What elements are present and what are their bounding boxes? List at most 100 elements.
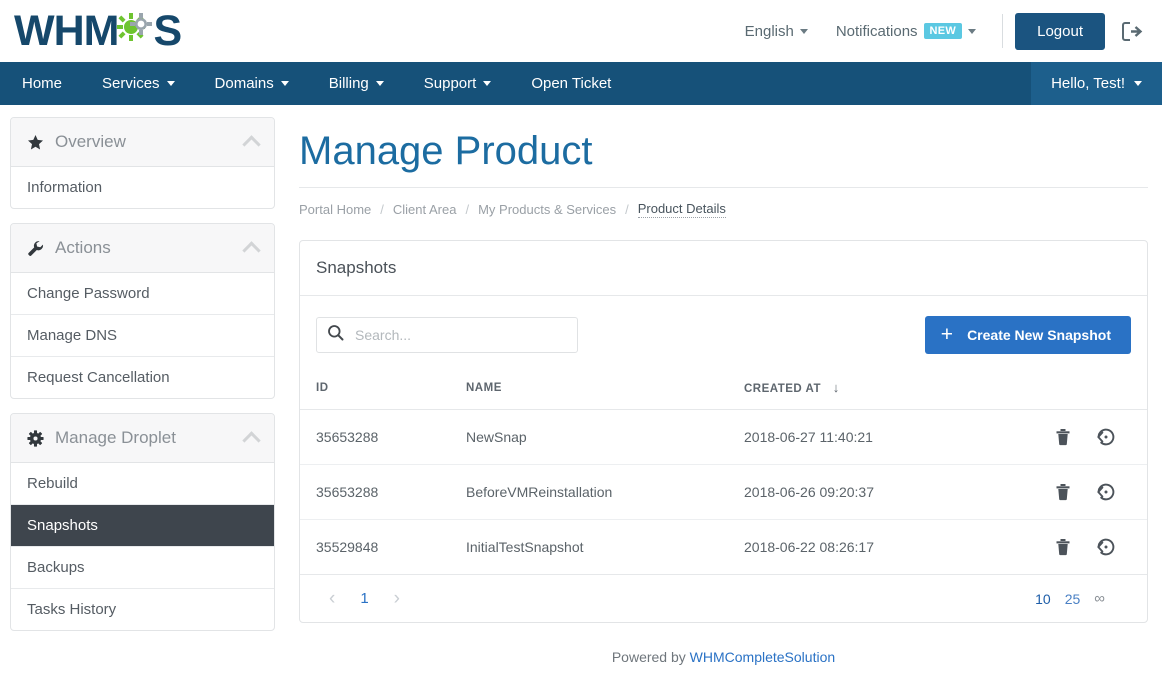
- restore-snapshot-icon[interactable]: [1095, 481, 1117, 503]
- restore-snapshot-icon[interactable]: [1095, 536, 1117, 558]
- breadcrumb: Portal Home / Client Area / My Products …: [299, 187, 1148, 218]
- breadcrumb-separator: /: [625, 202, 629, 217]
- delete-snapshot-icon[interactable]: [1053, 482, 1073, 502]
- user-menu[interactable]: Hello, Test!: [1031, 62, 1162, 105]
- footer-link[interactable]: WHMCompleteSolution: [690, 649, 836, 665]
- chevron-up-icon: [242, 135, 261, 154]
- sidebar-panel-title: Actions: [55, 238, 111, 257]
- wrench-icon: [27, 240, 44, 257]
- notifications-menu[interactable]: Notifications NEW: [822, 23, 990, 40]
- row-actions: [1053, 481, 1131, 503]
- breadcrumb-separator: /: [380, 202, 384, 217]
- nav-item-open-ticket[interactable]: Open Ticket: [511, 62, 631, 105]
- nav-item-domains[interactable]: Domains: [195, 62, 309, 105]
- table-row[interactable]: 35529848 InitialTestSnapshot 2018-06-22 …: [300, 519, 1147, 575]
- pagination: ‹ 1 › 10 25 ∞: [300, 575, 1147, 622]
- sidebar-panel-manage-droplet-header[interactable]: Manage Droplet: [11, 414, 274, 463]
- nav-label: Support: [423, 75, 477, 92]
- snapshots-table-body: 35653288 NewSnap 2018-06-27 11:40:21 356…: [300, 409, 1147, 575]
- sort-descending-icon: ↓: [832, 380, 840, 395]
- sidebar-item-request-cancellation[interactable]: Request Cancellation: [11, 357, 274, 398]
- sidebar-item-backups[interactable]: Backups: [11, 547, 274, 589]
- page-size-all[interactable]: ∞: [1094, 590, 1105, 607]
- column-header-id[interactable]: ID: [300, 370, 450, 410]
- language-selector[interactable]: English: [731, 23, 822, 40]
- sidebar-panel-title: Overview: [55, 132, 126, 151]
- main-navbar: Home Services Domains Billing Support Op…: [0, 62, 1162, 105]
- create-new-snapshot-button[interactable]: + Create New Snapshot: [924, 316, 1131, 354]
- whmcs-logo[interactable]: WHM S: [14, 6, 182, 55]
- breadcrumb-separator: /: [465, 202, 470, 217]
- cell-name: NewSnap: [450, 409, 728, 465]
- plus-icon: +: [940, 322, 954, 346]
- delete-snapshot-icon[interactable]: [1053, 427, 1073, 447]
- chevron-down-icon: [1134, 81, 1142, 86]
- restore-snapshot-icon[interactable]: [1095, 426, 1117, 448]
- sidebar-item-information[interactable]: Information: [11, 167, 274, 208]
- sidebar-item-snapshots[interactable]: Snapshots: [11, 505, 274, 547]
- language-label: English: [744, 22, 794, 40]
- search-box[interactable]: [316, 317, 578, 353]
- footer: Powered by WHMCompleteSolution: [299, 623, 1148, 674]
- cell-actions: [1037, 464, 1147, 520]
- column-header-created-at-label: CREATED AT: [744, 383, 821, 395]
- cell-actions: [1037, 519, 1147, 575]
- breadcrumb-item-portal-home[interactable]: Portal Home: [299, 202, 371, 217]
- top-header: WHM S English Notifications NEW Logout: [0, 0, 1162, 62]
- nav-label: Services: [102, 75, 160, 92]
- chevron-down-icon: [968, 28, 977, 34]
- table-header-row: ID NAME CREATED AT ↓: [300, 370, 1147, 410]
- gear-icon: [27, 429, 44, 447]
- nav-item-billing[interactable]: Billing: [309, 62, 404, 105]
- sidebar-item-manage-dns[interactable]: Manage DNS: [11, 315, 274, 357]
- column-header-actions: [1037, 370, 1147, 410]
- chevron-down-icon: [280, 81, 289, 86]
- nav-item-services[interactable]: Services: [82, 62, 195, 105]
- cell-actions: [1037, 409, 1147, 465]
- nav-item-support[interactable]: Support: [404, 62, 512, 105]
- breadcrumb-item-product-details[interactable]: Product Details: [637, 201, 726, 218]
- cell-created-at: 2018-06-26 09:20:37: [728, 464, 1037, 520]
- sidebar: Overview Information Actions Change Pass…: [10, 117, 275, 645]
- search-input[interactable]: [353, 326, 567, 344]
- logo-text-right: S: [153, 6, 182, 55]
- sidebar-item-change-password[interactable]: Change Password: [11, 273, 274, 315]
- sidebar-panel-overview-header[interactable]: Overview: [11, 118, 274, 167]
- breadcrumb-item-client-area[interactable]: Client Area: [393, 202, 457, 217]
- cell-created-at: 2018-06-27 11:40:21: [728, 409, 1037, 465]
- nav-label: Billing: [328, 75, 369, 92]
- column-header-created-at[interactable]: CREATED AT ↓: [728, 370, 1037, 410]
- snapshots-toolbar: + Create New Snapshot: [300, 296, 1147, 370]
- cell-id: 35653288: [300, 409, 450, 465]
- pagination-prev-button[interactable]: ‹: [316, 589, 348, 608]
- table-row[interactable]: 35653288 NewSnap 2018-06-27 11:40:21: [300, 409, 1147, 465]
- logo-text-left: WHM: [14, 6, 119, 55]
- pagination-page-1[interactable]: 1: [348, 590, 380, 607]
- nav-label: Open Ticket: [531, 75, 612, 92]
- column-header-name[interactable]: NAME: [450, 370, 728, 410]
- page-size-10[interactable]: 10: [1035, 591, 1051, 607]
- delete-snapshot-icon[interactable]: [1053, 537, 1073, 557]
- nav-item-home[interactable]: Home: [0, 62, 82, 105]
- cell-id: 35529848: [300, 519, 450, 575]
- snapshots-table: ID NAME CREATED AT ↓ 35653288 NewSnap 20…: [300, 370, 1147, 575]
- chevron-up-icon: [242, 431, 261, 450]
- sidebar-item-rebuild[interactable]: Rebuild: [11, 463, 274, 505]
- chevron-down-icon: [166, 81, 175, 86]
- sign-out-icon[interactable]: [1119, 19, 1144, 44]
- pagination-next-button[interactable]: ›: [381, 589, 413, 608]
- chevron-down-icon: [375, 81, 384, 86]
- star-icon: [27, 134, 44, 151]
- breadcrumb-item-my-products-services[interactable]: My Products & Services: [478, 202, 616, 217]
- footer-prefix: Powered by: [611, 649, 690, 665]
- notifications-new-badge: NEW: [923, 23, 963, 39]
- search-icon: [327, 324, 344, 346]
- sidebar-item-tasks-history[interactable]: Tasks History: [11, 589, 274, 630]
- page-size-25[interactable]: 25: [1065, 591, 1081, 607]
- logout-button[interactable]: Logout: [1015, 12, 1105, 50]
- table-row[interactable]: 35653288 BeforeVMReinstallation 2018-06-…: [300, 464, 1147, 520]
- gear-logo-icon: [115, 11, 155, 51]
- cell-created-at: 2018-06-22 08:26:17: [728, 519, 1037, 575]
- sidebar-panel-actions-header[interactable]: Actions: [11, 224, 274, 273]
- sidebar-panel-actions: Actions Change Password Manage DNS Reque…: [10, 223, 275, 399]
